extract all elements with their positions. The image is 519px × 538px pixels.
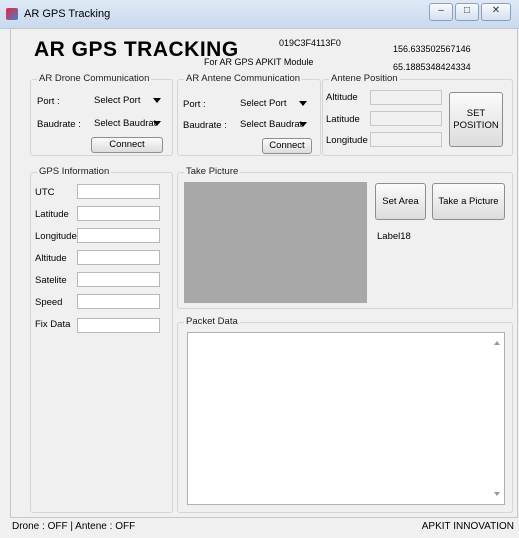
antenna-connect-button[interactable]: Connect — [262, 138, 312, 154]
gps-utc-field[interactable] — [77, 184, 160, 199]
gps-latitude-field[interactable] — [77, 206, 160, 221]
maximize-icon[interactable]: □ — [455, 3, 479, 21]
picture-preview — [184, 182, 367, 303]
gps-utc-label: UTC — [35, 187, 55, 198]
chevron-down-icon — [153, 121, 161, 126]
packet-data-group: Packet Data — [177, 316, 513, 513]
company-label: APKIT INNOVATION — [421, 521, 514, 532]
drone-comm-group: AR Drone Communication Port : Select Por… — [30, 73, 173, 156]
take-picture-button[interactable]: Take a Picture — [432, 183, 505, 220]
drone-port-select[interactable]: Select Port — [89, 91, 166, 108]
antenna-altitude-field[interactable] — [370, 90, 442, 105]
chevron-down-icon — [153, 98, 161, 103]
app-window: AR GPS Tracking – □ ✕ AR GPS TRACKING Fo… — [0, 0, 519, 538]
set-area-button[interactable]: Set Area — [375, 183, 426, 220]
antenna-latitude-label: Latitude — [326, 114, 360, 125]
gps-speed-label: Speed — [35, 297, 63, 308]
drone-connect-button[interactable]: Connect — [91, 137, 163, 153]
chevron-down-icon — [299, 122, 307, 127]
coordinate-lat-label: 156.633502567146 — [393, 44, 471, 54]
packet-data-scrollbar[interactable] — [490, 333, 504, 504]
status-bar: Drone : OFF | Antene : OFF APKIT INNOVAT… — [10, 517, 516, 537]
take-picture-title: Take Picture — [184, 166, 241, 177]
title-bar: AR GPS Tracking – □ ✕ — [0, 0, 519, 29]
page-subtitle: For AR GPS APKIT Module — [204, 57, 314, 67]
gps-speed-field[interactable] — [77, 294, 160, 309]
minimize-icon[interactable]: – — [429, 3, 453, 21]
gps-info-group: GPS Information UTC Latitude Longitude A… — [30, 166, 173, 513]
gps-info-title: GPS Information — [37, 166, 112, 177]
antenna-port-label: Port : — [183, 99, 206, 110]
scroll-up-icon[interactable] — [494, 341, 500, 345]
gps-satelite-field[interactable] — [77, 272, 160, 287]
window-controls: – □ ✕ — [429, 3, 511, 21]
antenna-position-group: Antene Position Altitude Latitude Longit… — [322, 73, 513, 156]
set-position-button[interactable]: SET POSITION — [449, 92, 503, 147]
close-icon[interactable]: ✕ — [481, 3, 511, 21]
antenna-baud-label: Baudrate : — [183, 120, 227, 131]
antenna-comm-title: AR Antene Communication — [184, 73, 303, 84]
connection-status: Drone : OFF | Antene : OFF — [12, 521, 136, 532]
gps-fixdata-field[interactable] — [77, 318, 160, 333]
gps-satelite-label: Satelite — [35, 275, 67, 286]
chevron-down-icon — [299, 101, 307, 106]
antenna-altitude-label: Altitude — [326, 92, 358, 103]
drone-baud-label: Baudrate : — [37, 119, 81, 130]
drone-baud-select[interactable]: Select Baudrat — [89, 114, 166, 131]
drone-comm-title: AR Drone Communication — [37, 73, 152, 84]
gps-fixdata-label: Fix Data — [35, 319, 71, 330]
scroll-down-icon[interactable] — [494, 492, 500, 496]
gps-longitude-label: Longitude — [35, 231, 77, 242]
drone-port-label: Port : — [37, 96, 60, 107]
packet-data-title: Packet Data — [184, 316, 240, 327]
gps-latitude-label: Latitude — [35, 209, 69, 220]
take-picture-group: Take Picture Set Area Take a Picture Lab… — [177, 166, 513, 309]
gps-altitude-field[interactable] — [77, 250, 160, 265]
coordinate-lon-label: 65.1885348424334 — [393, 62, 471, 72]
packet-data-textarea[interactable] — [187, 332, 505, 505]
picture-status-label: Label18 — [377, 231, 411, 242]
antenna-latitude-field[interactable] — [370, 111, 442, 126]
device-id-label: 019C3F4113F0 — [279, 38, 341, 48]
antenna-longitude-label: Longitude — [326, 135, 368, 146]
antenna-position-title: Antene Position — [329, 73, 400, 84]
antenna-comm-group: AR Antene Communication Port : Select Po… — [177, 73, 321, 156]
antenna-port-select[interactable]: Select Port — [235, 94, 312, 111]
gps-altitude-label: Altitude — [35, 253, 67, 264]
gps-longitude-field[interactable] — [77, 228, 160, 243]
app-icon — [6, 8, 18, 20]
antenna-longitude-field[interactable] — [370, 132, 442, 147]
main-form: AR GPS TRACKING For AR GPS APKIT Module … — [10, 28, 518, 518]
antenna-baud-select[interactable]: Select Baudrat — [235, 115, 312, 132]
window-title: AR GPS Tracking — [24, 8, 111, 20]
